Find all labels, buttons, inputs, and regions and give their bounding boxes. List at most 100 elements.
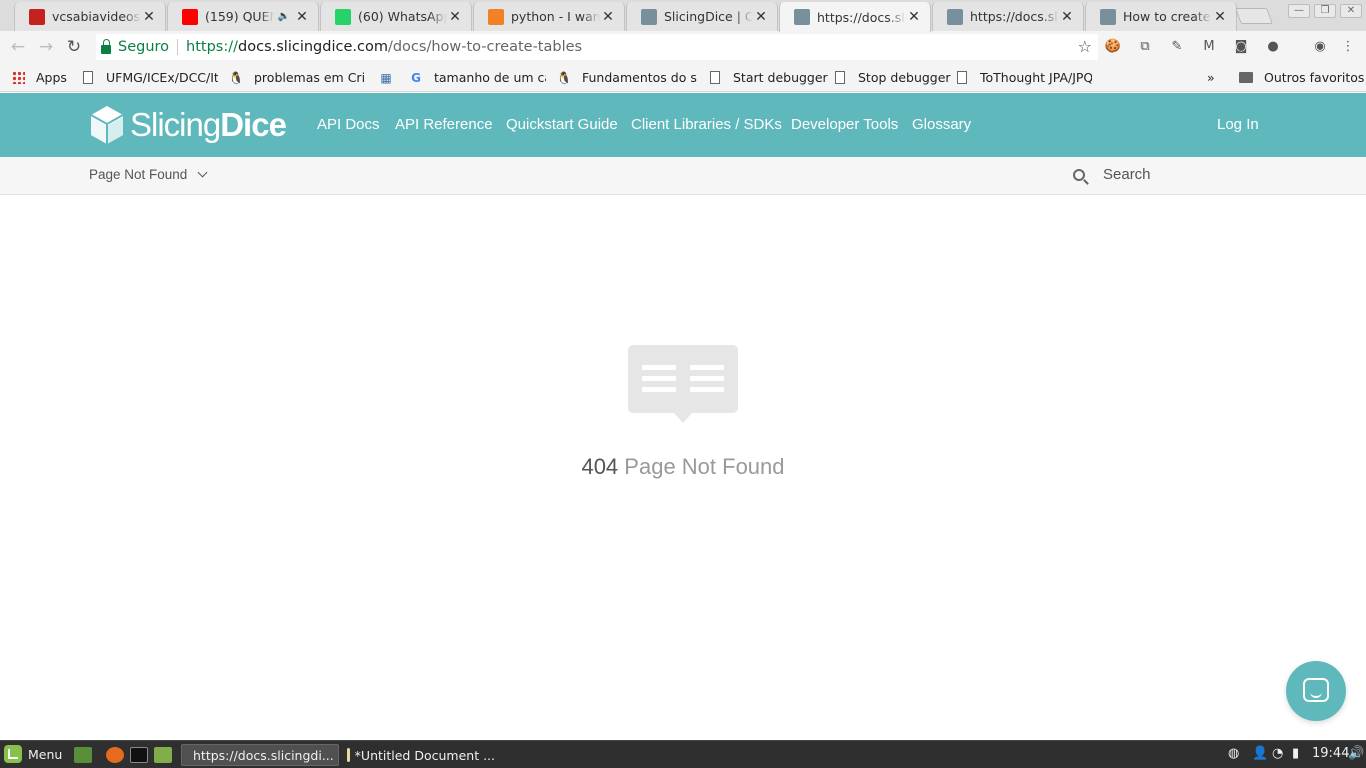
- browser-tab[interactable]: vcsabiavideos YouTube✕: [14, 2, 166, 31]
- tab-title: SlicingDice | Cons: [664, 9, 753, 24]
- taskbar-window-title: https://docs.slicingdi...: [193, 747, 334, 763]
- slicingdice-logo[interactable]: SlicingDice: [90, 104, 287, 146]
- show-desktop-icon[interactable]: [74, 747, 92, 763]
- browser-tab[interactable]: SlicingDice | Cons✕: [626, 2, 778, 31]
- docs-subheader: Page Not Found: [0, 157, 1366, 195]
- bookmarks-bar: Apps UFMG/ICEx/DCC/Ita 🐧 problemas em Cria…: [0, 63, 1366, 92]
- page-selector-label: Page Not Found: [89, 167, 188, 182]
- nav-link[interactable]: Quickstart Guide: [506, 116, 618, 133]
- reload-button[interactable]: ↻: [63, 36, 85, 58]
- profile-icon[interactable]: ◉: [1311, 38, 1329, 56]
- files-icon[interactable]: [154, 747, 172, 763]
- bookmark-apps[interactable]: Apps: [10, 69, 67, 86]
- browser-tab[interactable]: https://docs.slicing✕: [932, 2, 1084, 31]
- logo-bold-text: Dice: [220, 106, 287, 143]
- ghost-extension-icon[interactable]: ●: [1264, 38, 1282, 56]
- logo-wordmark: SlicingDice: [130, 106, 287, 144]
- clock[interactable]: 19:44: [1312, 746, 1349, 764]
- bookmarks-overflow-button[interactable]: »: [1207, 69, 1215, 86]
- eyedropper-extension-icon[interactable]: ✎: [1168, 38, 1186, 56]
- taskbar-window-title: *Untitled Document ...: [354, 747, 495, 763]
- browser-tab[interactable]: python - I want to✕: [473, 2, 625, 31]
- url-scheme: https://: [186, 39, 239, 55]
- bookmark-item[interactable]: 🐧 problemas em Cria: [228, 69, 364, 86]
- volume-icon[interactable]: 🔊: [1348, 746, 1364, 764]
- bookmark-item[interactable]: Stop debugger: [832, 69, 951, 86]
- minimize-button[interactable]: —: [1288, 4, 1310, 18]
- wifi-icon[interactable]: ◔: [1272, 746, 1283, 764]
- bookmark-item[interactable]: UFMG/ICEx/DCC/Ita: [80, 69, 218, 86]
- url-text[interactable]: https://docs.slicingdice.com/docs/how-to…: [186, 39, 582, 55]
- search-input[interactable]: [1103, 166, 1283, 183]
- browser-toolbar: ← → ↻ Seguro https://docs.slicingdice.co…: [0, 31, 1366, 63]
- cookie-extension-icon[interactable]: 🍪: [1104, 38, 1122, 56]
- browser-tab[interactable]: https://docs.slicing✕: [779, 2, 931, 32]
- taskbar-window-button[interactable]: https://docs.slicingdi...: [181, 744, 339, 766]
- browser-tab[interactable]: How to create col✕: [1085, 2, 1237, 31]
- tux-icon: 🐧: [556, 70, 572, 85]
- slicingdice-icon: [794, 9, 810, 25]
- bookmark-item[interactable]: 🐧 Fundamentos do sis: [556, 69, 698, 86]
- slicingdice-icon: [947, 8, 963, 25]
- tab-title: python - I want to: [511, 9, 600, 24]
- page-icon: [954, 70, 970, 86]
- bookmark-label: tamanho de um car: [434, 70, 546, 85]
- terminal-icon[interactable]: [130, 747, 148, 763]
- chrome-tray-icon[interactable]: ◍: [1228, 746, 1239, 764]
- tab-title: (60) WhatsApp: [358, 9, 447, 24]
- maximize-button[interactable]: ❐: [1314, 4, 1336, 18]
- tab-audio-icon[interactable]: 🔈: [278, 11, 290, 22]
- tab-close-icon[interactable]: ✕: [141, 9, 157, 25]
- whatsapp-icon: [335, 8, 351, 25]
- chat-launcher-button[interactable]: [1286, 661, 1346, 721]
- battery-icon[interactable]: ▮: [1292, 746, 1299, 764]
- back-button[interactable]: ←: [7, 36, 29, 58]
- tab-close-icon[interactable]: ✕: [906, 9, 922, 25]
- new-tab-button[interactable]: [1235, 8, 1273, 24]
- tux-icon: 🐧: [228, 70, 244, 85]
- m-extension-icon[interactable]: M: [1200, 38, 1218, 56]
- forward-button[interactable]: →: [35, 36, 57, 58]
- bookmark-item[interactable]: Gtamanho de um car: [408, 69, 546, 86]
- login-link[interactable]: Log In: [1217, 116, 1259, 133]
- chrome-menu-icon[interactable]: ⋮: [1339, 38, 1357, 56]
- bookmark-label: Start debugger: [733, 70, 828, 85]
- tab-close-icon[interactable]: ✕: [753, 9, 769, 25]
- tab-close-icon[interactable]: ✕: [447, 9, 463, 25]
- tab-close-icon[interactable]: ✕: [600, 9, 616, 25]
- start-menu-button[interactable]: Menu: [4, 745, 62, 763]
- tab-close-icon[interactable]: ✕: [1212, 9, 1228, 25]
- bookmark-label: problemas em Cria: [254, 70, 364, 85]
- bookmark-label: Apps: [36, 70, 67, 85]
- bookmark-star-icon[interactable]: ☆: [1078, 37, 1092, 56]
- bookmark-item[interactable]: Start debugger: [707, 69, 828, 86]
- taskbar-window-button[interactable]: *Untitled Document ...: [341, 744, 501, 766]
- user-tray-icon[interactable]: 👤: [1252, 746, 1268, 764]
- nav-link[interactable]: API Docs: [317, 116, 380, 133]
- url-path: /docs/how-to-create-tables: [387, 39, 583, 55]
- search-box[interactable]: [1073, 166, 1283, 183]
- nav-link[interactable]: Developer Tools: [791, 116, 898, 133]
- firefox-icon[interactable]: [106, 747, 124, 763]
- address-bar[interactable]: Seguro https://docs.slicingdice.com/docs…: [96, 34, 1098, 60]
- page-icon: [832, 70, 848, 86]
- nav-link[interactable]: API Reference: [395, 116, 493, 133]
- browser-tab[interactable]: (159) QUEM VEM 🔈 ✕: [167, 2, 319, 31]
- nav-link[interactable]: Client Libraries / SDKs: [631, 116, 782, 133]
- tab-title: https://docs.slicing: [817, 9, 906, 25]
- close-window-button[interactable]: ✕: [1340, 4, 1362, 18]
- bookmark-item[interactable]: ToThought JPA/JPQL: [954, 69, 1092, 86]
- tab-title: https://docs.slicing: [970, 9, 1059, 24]
- nav-link[interactable]: Glossary: [912, 116, 971, 133]
- page-icon: [80, 70, 96, 86]
- bookmark-item[interactable]: ▦: [378, 69, 404, 86]
- camera-extension-icon[interactable]: ◙: [1232, 38, 1250, 56]
- error-text: Page Not Found: [624, 454, 785, 479]
- tab-close-icon[interactable]: ✕: [1059, 9, 1075, 25]
- page-selector-dropdown[interactable]: Page Not Found: [89, 167, 208, 182]
- google-icon: G: [411, 70, 421, 85]
- browser-tab[interactable]: (60) WhatsApp ✕: [320, 2, 472, 31]
- bookmark-other-favorites[interactable]: Outros favoritos: [1238, 69, 1364, 86]
- tab-close-icon[interactable]: ✕: [294, 9, 310, 25]
- cast-extension-icon[interactable]: ⧉: [1136, 38, 1154, 56]
